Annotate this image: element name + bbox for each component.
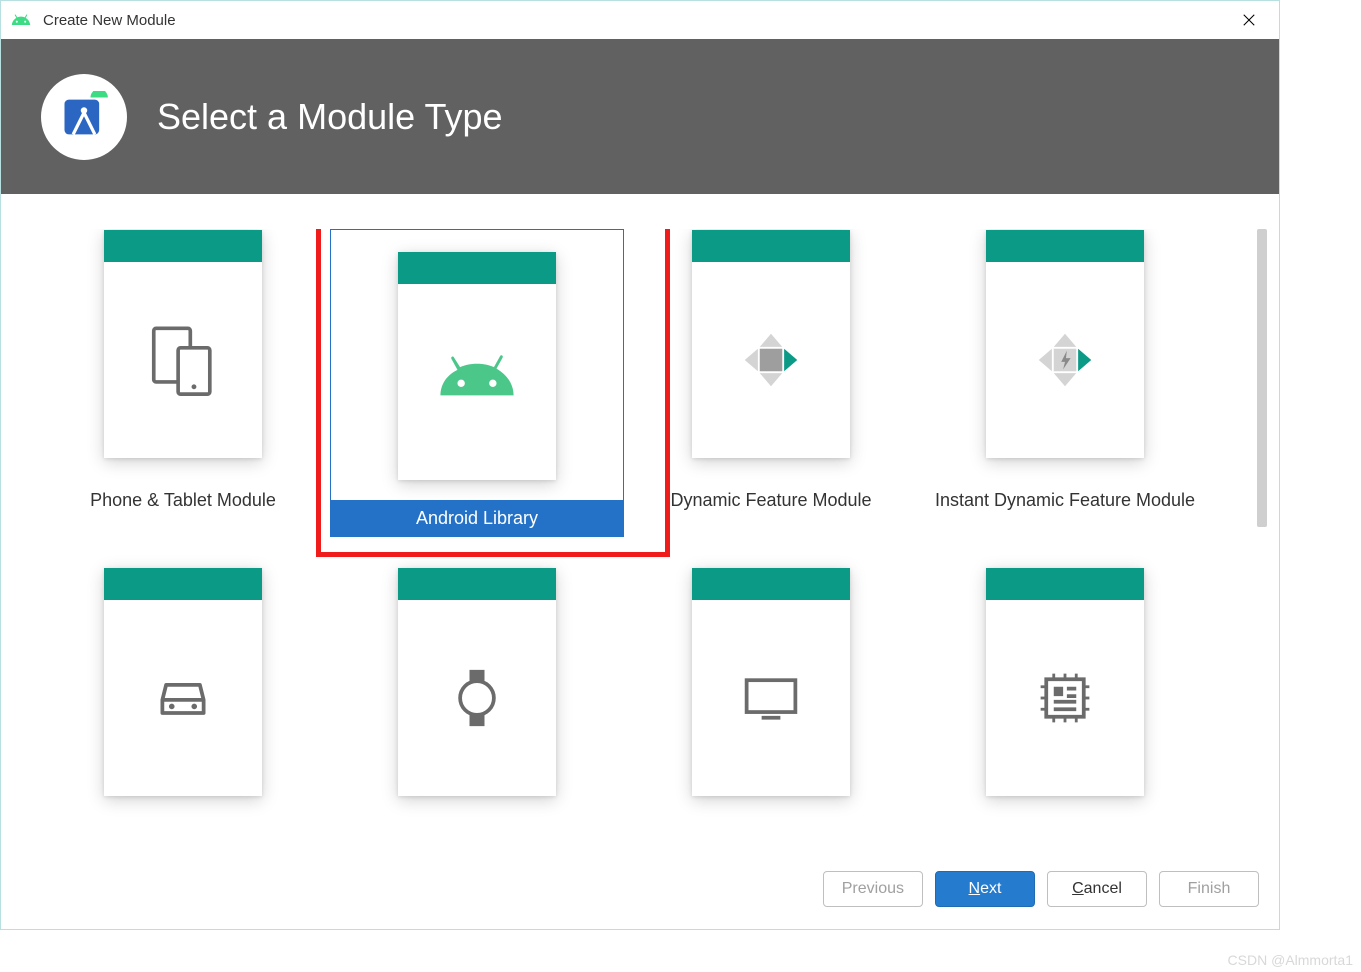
car-icon xyxy=(153,668,213,728)
module-tv[interactable] xyxy=(624,567,918,839)
dynamic-feature-icon xyxy=(741,330,801,390)
window-title: Create New Module xyxy=(43,12,1229,29)
module-automotive[interactable] xyxy=(36,567,330,839)
android-app-icon xyxy=(11,10,31,30)
phone-tablet-icon xyxy=(144,321,222,399)
titlebar: Create New Module xyxy=(1,1,1279,39)
module-phone-tablet[interactable]: Phone & Tablet Module xyxy=(36,229,330,537)
module-android-library[interactable]: Android Library xyxy=(330,229,624,537)
instant-dynamic-icon xyxy=(1035,330,1095,390)
watch-icon xyxy=(447,668,507,728)
module-label xyxy=(625,820,917,839)
header-band: Select a Module Type xyxy=(1,39,1279,194)
vertical-scrollbar[interactable] xyxy=(1257,229,1267,527)
cancel-button[interactable]: Cancel xyxy=(1047,871,1147,907)
module-label: Dynamic Feature Module xyxy=(625,482,917,518)
dialog-window: Create New Module Select a Module Type xyxy=(0,0,1280,930)
next-button[interactable]: Next xyxy=(935,871,1035,907)
module-label: Instant Dynamic Feature Module xyxy=(919,482,1211,518)
footer-buttons: Previous Next Cancel Finish xyxy=(1,849,1279,929)
module-label xyxy=(331,820,623,839)
close-icon xyxy=(1242,13,1256,27)
things-icon xyxy=(1035,668,1095,728)
module-grid: Phone & Tablet Module xyxy=(36,229,1212,839)
watermark: CSDN @Almmorta1 xyxy=(1228,952,1353,968)
header-icon-circle xyxy=(41,74,127,160)
module-label xyxy=(919,820,1211,839)
module-label: Android Library xyxy=(331,500,623,536)
module-label xyxy=(37,820,329,839)
module-wear[interactable] xyxy=(330,567,624,839)
module-dynamic-feature[interactable]: Dynamic Feature Module xyxy=(624,229,918,537)
android-head-icon xyxy=(438,343,516,421)
tv-icon xyxy=(741,668,801,728)
module-instant-dynamic-feature[interactable]: Instant Dynamic Feature Module xyxy=(918,229,1212,537)
close-button[interactable] xyxy=(1229,5,1269,35)
finish-button: Finish xyxy=(1159,871,1259,907)
android-studio-icon xyxy=(58,91,110,143)
content-area: Phone & Tablet Module xyxy=(1,194,1279,849)
page-title: Select a Module Type xyxy=(157,96,503,138)
module-things[interactable] xyxy=(918,567,1212,839)
previous-button: Previous xyxy=(823,871,923,907)
module-label: Phone & Tablet Module xyxy=(37,482,329,518)
